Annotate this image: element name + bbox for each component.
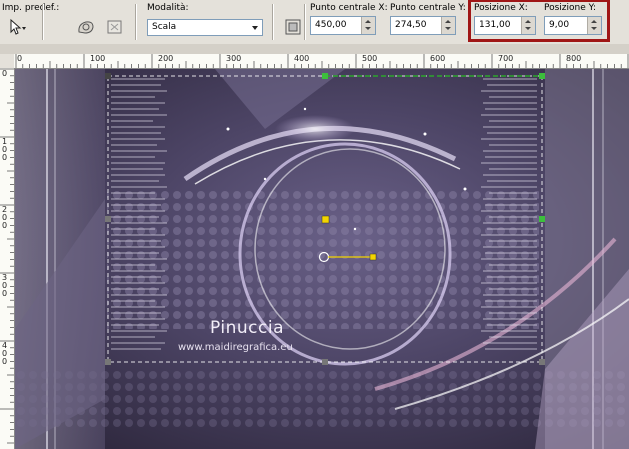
center-x-label: Punto centrale X: [310, 3, 388, 13]
mode-label: Modalità: [147, 3, 189, 13]
handle-bottom-right[interactable] [539, 359, 545, 365]
center-y-label: Punto centrale Y: [390, 3, 466, 13]
center-x-value: 450,00 [315, 20, 347, 30]
horizontal-ruler[interactable]: 0 100 200 300 400 500 600 700 800 [14, 54, 629, 69]
ruler-label: 1 0 0 [2, 137, 8, 162]
deform-tool-icon [78, 21, 94, 34]
image-canvas[interactable]: Pinuccia www.maidiregrafica.eu [15, 69, 629, 449]
separator [135, 4, 136, 40]
vertical-ruler[interactable]: 0 1 0 0 2 0 0 3 0 0 4 0 0 [0, 68, 15, 449]
mode-select-value: Scala [152, 22, 177, 32]
center-point-handle[interactable] [321, 215, 330, 224]
reset-icon [107, 20, 122, 34]
handle-top-right[interactable] [539, 73, 545, 79]
reset-button[interactable] [104, 17, 126, 37]
annotation-highlight-box [468, 0, 610, 42]
separator [272, 4, 273, 40]
ruler-ticks [15, 54, 629, 68]
rotation-pivot-handle[interactable] [318, 251, 330, 263]
center-target-button[interactable] [282, 17, 304, 37]
preset-dropdown-button[interactable] [6, 17, 28, 37]
center-y-spinner[interactable] [441, 17, 455, 34]
deform-tool-button[interactable] [75, 17, 97, 37]
ruler-label: 2 0 0 [2, 205, 8, 230]
handle-top-center[interactable] [322, 73, 328, 79]
handle-top-left[interactable] [105, 73, 111, 79]
chevron-down-icon [252, 26, 258, 30]
handle-middle-left[interactable] [105, 216, 111, 222]
toolbar-gap [0, 44, 629, 54]
ruler-label: 400 [294, 54, 310, 63]
ruler-label: 3 0 0 [2, 273, 8, 298]
separator [42, 4, 43, 40]
center-x-field[interactable]: 450,00 [310, 16, 376, 35]
ruler-label: 200 [158, 54, 174, 63]
cursor-arrow-icon [10, 18, 26, 35]
mode-select[interactable]: Scala [147, 19, 263, 36]
preset-label: Imp. predef.: [2, 3, 60, 13]
rotation-handle[interactable] [369, 253, 377, 261]
ruler-label: 300 [226, 54, 242, 63]
ruler-label: 0 [17, 54, 23, 63]
center-y-field[interactable]: 274,50 [390, 16, 456, 35]
center-target-icon [285, 19, 301, 35]
watermark-url: www.maidiregrafica.eu [178, 342, 293, 353]
ruler-label: 700 [498, 54, 514, 63]
ruler-label: 4 0 0 [2, 341, 8, 366]
deform-handles[interactable] [15, 69, 629, 449]
ruler-label: 0 [2, 69, 8, 78]
center-y-value: 274,50 [395, 20, 427, 30]
ruler-label: 500 [362, 54, 378, 63]
ruler-label: 100 [90, 54, 106, 63]
handle-bottom-left[interactable] [105, 359, 111, 365]
ruler-ticks [0, 68, 14, 444]
separator [304, 4, 305, 40]
handle-middle-right[interactable] [539, 216, 545, 222]
tool-options-bar: Imp. predef.: Modalità: Scala Punto cent… [0, 0, 629, 45]
watermark-name: Pinuccia [210, 318, 284, 338]
handle-bottom-center[interactable] [322, 359, 328, 365]
ruler-label: 800 [566, 54, 582, 63]
ruler-label: 600 [430, 54, 446, 63]
center-x-spinner[interactable] [361, 17, 375, 34]
ruler-corner [0, 54, 14, 68]
